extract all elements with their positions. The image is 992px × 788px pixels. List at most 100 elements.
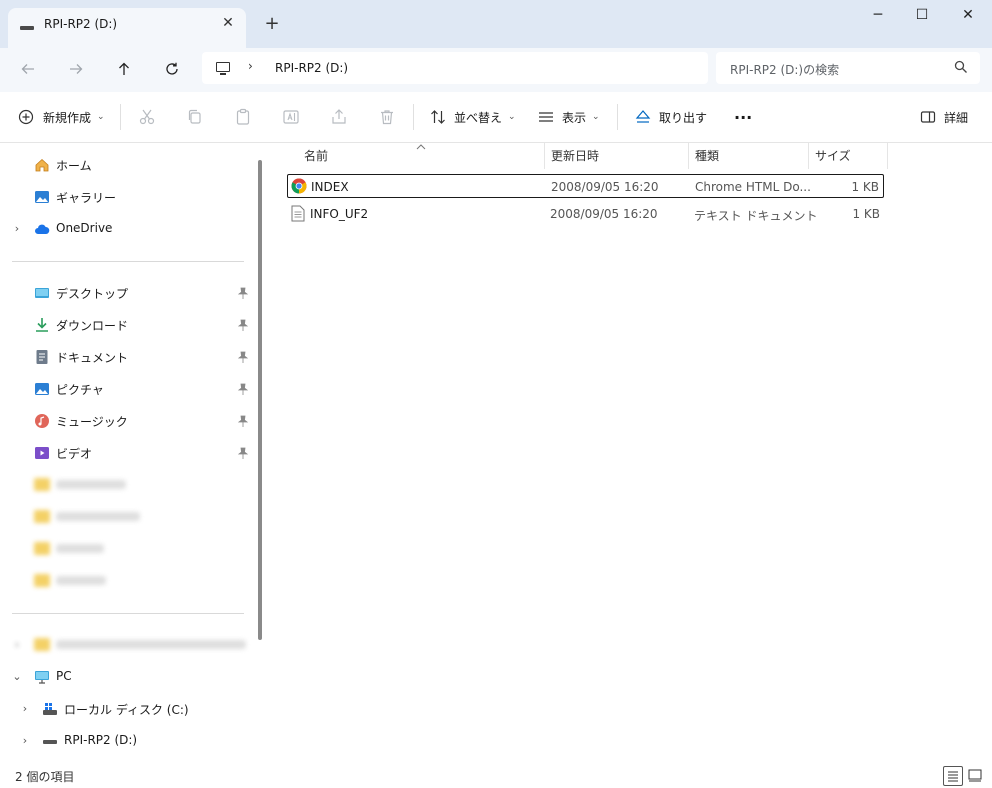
sidebar-item-label: OneDrive [56,221,113,235]
new-tab-button[interactable]: + [260,12,284,36]
breadcrumb-chevron[interactable]: › [248,59,253,73]
home-icon [35,158,49,172]
column-header-size[interactable]: サイズ [815,143,851,169]
up-button[interactable] [109,54,139,84]
sidebar-item-redacted-folder[interactable] [0,566,254,596]
chevron-down-icon: ⌄ [592,112,600,122]
search-input[interactable]: RPI-RP2 (D:)の検索 [730,61,839,78]
table-row[interactable]: INDEX 2008/09/05 16:20 Chrome HTML Do...… [287,174,884,198]
sidebar-item-pc[interactable]: ⌄ PC [0,662,254,692]
sidebar-item-label: RPI-RP2 (D:) [64,733,138,747]
sidebar-divider [12,261,244,262]
copy-button[interactable] [186,92,204,142]
sidebar-divider [12,613,244,614]
gallery-icon [35,191,49,203]
forward-button[interactable] [61,54,91,84]
usb-drive-icon [43,740,57,744]
eject-label: 取り出す [659,110,708,125]
column-header-date[interactable]: 更新日時 [551,143,599,169]
pc-icon [35,671,49,684]
sidebar-item-label: ミュージック [56,415,128,429]
sidebar-item-documents[interactable]: ドキュメント [0,342,254,372]
column-separator[interactable] [544,143,545,169]
chevron-down-icon: ⌄ [97,112,105,122]
pin-icon[interactable] [238,287,248,299]
column-header-name[interactable]: 名前 [304,143,328,169]
view-lines-icon [539,112,553,122]
new-button[interactable]: 新規作成 ⌄ [18,92,105,142]
file-type: テキスト ドキュメント [694,209,818,223]
column-separator[interactable] [688,143,689,169]
details-pane-button[interactable]: 詳細 [920,92,968,142]
column-separator[interactable] [808,143,809,169]
chevron-down-icon[interactable]: ⌄ [10,670,24,683]
sidebar-item-desktop[interactable]: デスクトップ [0,278,254,308]
minimize-button[interactable]: ─ [856,4,900,26]
sidebar-item-downloads[interactable]: ダウンロード [0,310,254,340]
sidebar-item-label: ドキュメント [56,351,129,365]
sidebar-item-home[interactable]: ホーム [0,150,254,180]
refresh-button[interactable] [157,54,187,84]
cut-button[interactable] [138,92,156,142]
file-name: INFO_UF2 [310,207,369,221]
tab-close-button[interactable]: ✕ [218,13,238,33]
sidebar-item-pictures[interactable]: ピクチャ [0,374,254,404]
sidebar-item-redacted-location[interactable]: › [0,630,254,660]
sidebar-item-redacted-folder[interactable] [0,534,254,564]
search-box[interactable]: RPI-RP2 (D:)の検索 [716,52,980,84]
close-button[interactable]: ✕ [946,4,990,26]
details-view-icon [948,771,958,782]
sidebar-item-rpi-rp2-d[interactable]: › RPI-RP2 (D:) [0,726,254,756]
column-header-type[interactable]: 種類 [695,143,719,169]
chevron-right-icon[interactable]: › [10,638,24,651]
sidebar-item-redacted-folder[interactable] [0,470,254,500]
chevron-right-icon[interactable]: › [10,222,24,235]
folder-icon [34,542,50,555]
sidebar-item-redacted-folder[interactable] [0,502,254,532]
tab-rpi-rp2[interactable]: RPI-RP2 (D:) ✕ [8,8,246,48]
more-options-button[interactable]: ··· [734,92,752,142]
sidebar-item-local-disk-c[interactable]: › ローカル ディスク (C:) [0,694,254,724]
paste-button[interactable] [234,92,252,142]
large-icons-view-button[interactable] [966,766,986,786]
address-box[interactable]: › RPI-RP2 (D:) [202,52,708,84]
pin-icon[interactable] [238,319,248,331]
redacted-label [56,544,104,553]
rename-button[interactable] [282,92,300,142]
sidebar-item-label: ビデオ [56,447,93,461]
delete-button[interactable] [378,92,396,142]
column-separator[interactable] [887,143,888,169]
sidebar-item-music[interactable]: ミュージック [0,406,254,436]
clipboard-icon [236,108,250,125]
sidebar-scrollbar[interactable] [258,160,262,640]
rename-icon [283,110,299,124]
redacted-label [56,576,106,585]
share-button[interactable] [330,92,348,142]
pin-icon[interactable] [238,351,248,363]
document-icon [36,350,48,364]
tiles-view-icon [968,769,982,782]
new-label: 新規作成 [43,110,92,125]
trash-icon [381,110,393,125]
title-bar: RPI-RP2 (D:) ✕ + ─ ☐ ✕ [0,0,992,48]
details-view-button[interactable] [943,766,963,786]
pin-icon[interactable] [238,447,248,459]
sort-button[interactable]: 並べ替え ⌄ [430,92,516,142]
pin-icon[interactable] [238,383,248,395]
file-list: 名前 更新日時 種類 サイズ INDEX 2008/09/05 16:20 Ch… [270,143,992,763]
breadcrumb-rpi-rp2[interactable]: RPI-RP2 (D:) [275,61,348,75]
view-button[interactable]: 表示 ⌄ [538,92,600,142]
chevron-right-icon[interactable]: › [18,702,32,715]
copy-icon [188,109,201,124]
eject-button[interactable]: 取り出す [635,92,707,142]
pin-icon[interactable] [238,415,248,427]
maximize-button[interactable]: ☐ [900,4,944,26]
refresh-icon [166,62,178,75]
arrow-right-icon [70,64,83,74]
back-button[interactable] [13,54,43,84]
sidebar-item-videos[interactable]: ビデオ [0,438,254,468]
table-row[interactable]: INFO_UF2 2008/09/05 16:20 テキスト ドキュメント 1 … [287,202,884,226]
sidebar-item-onedrive[interactable]: › OneDrive [0,214,254,244]
chevron-right-icon[interactable]: › [18,734,32,747]
sidebar-item-gallery[interactable]: ギャラリー [0,182,254,212]
